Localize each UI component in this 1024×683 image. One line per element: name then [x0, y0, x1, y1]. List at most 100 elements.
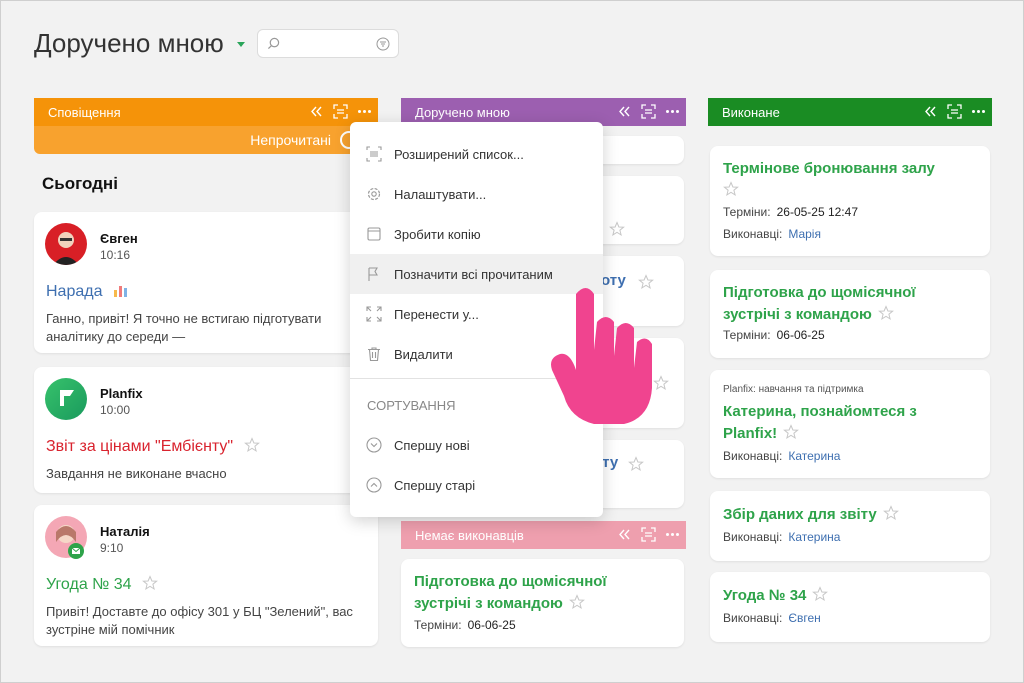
task-title[interactable]: Термінове бронювання залу: [723, 158, 935, 202]
notification-title-text[interactable]: Нарада: [46, 283, 102, 300]
notification-card[interactable]: Наталія 9:10 Угода № 34 Привіт! Доставте…: [34, 505, 378, 646]
meta-value: 26-05-25 12:47: [776, 205, 858, 219]
meta-label: Виконавці:: [723, 530, 783, 544]
collapse-icon[interactable]: [617, 527, 632, 542]
task-title-line[interactable]: Planfix!: [723, 425, 777, 442]
chevron-down-circle-icon: [366, 437, 382, 453]
menu-item-label: Позначити всі прочитаним: [394, 267, 553, 282]
menu-section-sorting: СОРТУВАННЯ: [367, 398, 456, 413]
task-title[interactable]: Підготовка до щомісячної зустрічі з кома…: [723, 282, 916, 326]
copy-icon: [367, 227, 381, 241]
collapse-icon[interactable]: [617, 104, 632, 119]
task-title-line[interactable]: Термінове бронювання залу: [723, 158, 935, 180]
task-card[interactable]: Planfix: навчання та підтримка Катерина,…: [710, 370, 990, 478]
task-title[interactable]: Угода № 34: [723, 585, 829, 607]
menu-item-sort-newest[interactable]: Спершу нові: [350, 425, 603, 465]
star-icon[interactable]: [628, 456, 644, 472]
fullscreen-icon[interactable]: [641, 104, 656, 119]
column-title: Сповіщення: [48, 104, 121, 120]
collapse-icon[interactable]: [923, 104, 938, 119]
time: 10:16: [100, 248, 131, 262]
task-title-line[interactable]: зустрічі з командою: [414, 595, 563, 612]
fullscreen-icon[interactable]: [333, 104, 348, 119]
star-icon[interactable]: [783, 424, 800, 440]
notification-title[interactable]: Звіт за цінами "Ембієнту": [46, 437, 260, 456]
notification-card[interactable]: Євген 10:16 Нарада Ганно, привіт! Я точн…: [34, 212, 378, 353]
meta-value: 06-06-25: [467, 618, 516, 632]
task-title[interactable]: Підготовка до щомісячної зустрічі з кома…: [414, 571, 607, 615]
assignee-link[interactable]: Катерина: [788, 449, 840, 463]
assignee-link[interactable]: Євген: [788, 611, 820, 625]
task-title[interactable]: Катерина, познайомтеся з Planfix!: [723, 401, 917, 445]
menu-item-extended-list[interactable]: Розширений список...: [350, 134, 603, 174]
star-icon[interactable]: [243, 437, 260, 453]
star-icon[interactable]: [882, 505, 899, 521]
unread-filter-bar[interactable]: Непрочитані: [34, 126, 378, 154]
star-icon[interactable]: [609, 221, 625, 237]
meta-label: Виконавці:: [723, 227, 783, 241]
more-icon[interactable]: [665, 527, 680, 542]
notification-title[interactable]: Нарада: [46, 282, 129, 301]
title-dropdown-caret-icon[interactable]: [237, 42, 245, 47]
star-icon[interactable]: [877, 305, 894, 321]
task-title[interactable]: Збір даних для звіту: [723, 504, 899, 526]
author-name: Planfix: [100, 386, 143, 401]
task-title-line[interactable]: зустрічі з командою: [723, 306, 872, 323]
unread-label: Непрочитані: [250, 132, 331, 148]
notification-title-text[interactable]: Угода № 34: [46, 576, 132, 593]
column-title: Виконане: [722, 104, 780, 120]
star-icon[interactable]: [142, 575, 158, 591]
chart-icon: [113, 286, 127, 297]
star-icon[interactable]: [568, 594, 585, 610]
more-icon[interactable]: [357, 104, 372, 119]
notification-body: Ганно, привіт! Я точно не встигаю підгот…: [46, 311, 322, 344]
page-title[interactable]: Доручено мною: [34, 28, 224, 59]
task-card[interactable]: Збір даних для звіту Виконавці: Катерина: [710, 491, 990, 561]
fullscreen-icon[interactable]: [947, 104, 962, 119]
task-title-line[interactable]: Збір даних для звіту: [723, 506, 877, 523]
task-card[interactable]: Підготовка до щомісячної зустрічі з кома…: [401, 559, 684, 647]
fullscreen-icon[interactable]: [641, 527, 656, 542]
star-icon[interactable]: [812, 586, 829, 602]
more-icon[interactable]: [971, 104, 986, 119]
menu-item-sort-oldest[interactable]: Спершу старі: [350, 465, 603, 505]
menu-item-settings[interactable]: Налаштувати...: [350, 174, 603, 214]
menu-item-label: Налаштувати...: [394, 187, 487, 202]
task-title-line[interactable]: Угода № 34: [723, 587, 806, 604]
task-card[interactable]: Угода № 34 Виконавці: Євген: [710, 572, 990, 642]
task-card[interactable]: Підготовка до щомісячної зустрічі з кома…: [710, 270, 990, 358]
task-assignees: Виконавці: Євген: [723, 611, 821, 625]
column-title: Доручено мною: [415, 104, 510, 120]
task-title-line[interactable]: Підготовка до щомісячної: [723, 282, 916, 304]
menu-item-label: Перенести у...: [394, 307, 479, 322]
menu-item-label: Зробити копію: [394, 227, 481, 242]
star-icon[interactable]: [723, 181, 739, 197]
collapse-icon[interactable]: [309, 104, 324, 119]
menu-item-label: Спершу старі: [394, 478, 476, 493]
more-icon[interactable]: [665, 104, 680, 119]
gear-icon: [367, 187, 381, 201]
menu-item-copy[interactable]: Зробити копію: [350, 214, 603, 254]
assignee-link[interactable]: Катерина: [788, 530, 840, 544]
column-header-done: Виконане: [708, 98, 992, 126]
task-project[interactable]: Planfix: навчання та підтримка: [723, 384, 864, 395]
author-name: Наталія: [100, 524, 150, 539]
task-deadline: Терміни: 06-06-25: [723, 328, 825, 342]
task-title-line[interactable]: Підготовка до щомісячної: [414, 571, 607, 593]
notification-title-text[interactable]: Звіт за цінами "Ембієнту": [46, 438, 233, 455]
notification-card[interactable]: Planfix 10:00 Звіт за цінами "Ембієнту" …: [34, 367, 378, 493]
meta-value: 06-06-25: [776, 328, 825, 342]
meta-label: Виконавці:: [723, 449, 783, 463]
assignee-link[interactable]: Марія: [788, 227, 821, 241]
task-title-line[interactable]: Катерина, познайомтеся з: [723, 401, 917, 423]
avatar: [45, 378, 87, 420]
task-card[interactable]: Термінове бронювання залу Терміни: 26-05-…: [710, 146, 990, 256]
meta-label: Виконавці:: [723, 611, 783, 625]
message-badge-icon: [68, 543, 84, 559]
search-input[interactable]: [257, 29, 399, 58]
notification-title[interactable]: Угода № 34: [46, 575, 158, 594]
task-assignees: Виконавці: Катерина: [723, 449, 840, 463]
avatar: [45, 223, 87, 265]
filter-icon[interactable]: [376, 37, 390, 51]
column-header-no-assignee: Немає виконавців: [401, 521, 686, 549]
